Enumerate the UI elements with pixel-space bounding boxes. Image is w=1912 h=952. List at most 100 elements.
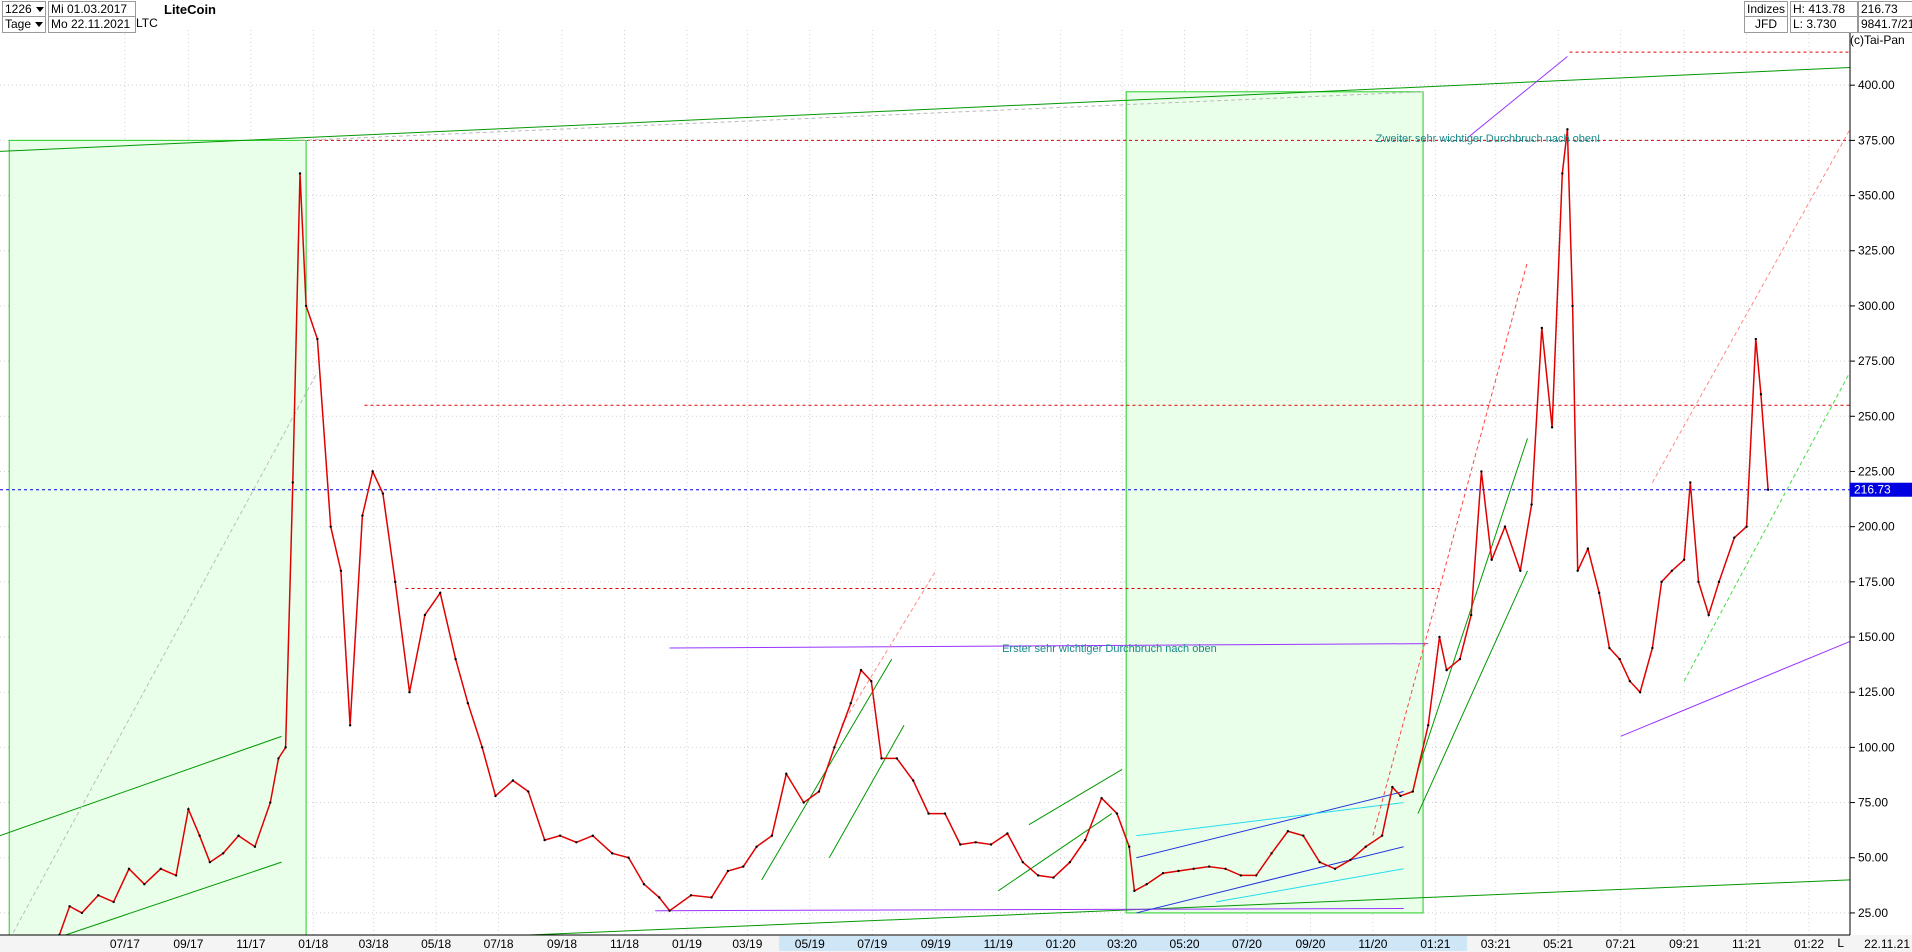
price-point	[895, 757, 899, 760]
price-chart[interactable]: Zweiter sehr wichtiger Durchbruch nach o…	[0, 0, 1912, 952]
axis-corner-date: 22.11.21	[1864, 937, 1910, 951]
period-dropdown[interactable]: Tage	[2, 16, 46, 33]
x-tick-label: 05/18	[421, 937, 451, 951]
price-point	[1286, 830, 1290, 833]
price-point	[859, 668, 863, 672]
price-point	[174, 874, 178, 877]
price-point	[817, 790, 821, 793]
price-point	[1519, 569, 1522, 572]
chart-title: LiteCoin	[164, 2, 216, 17]
y-tick-label: 300.00	[1858, 299, 1895, 313]
price-point	[611, 852, 614, 855]
price-point	[1084, 838, 1087, 842]
y-tick-label: 75.00	[1858, 796, 1888, 810]
price-point	[1586, 547, 1590, 550]
x-tick-label: 07/20	[1232, 937, 1262, 951]
price-point	[1766, 488, 1770, 491]
price-point	[642, 883, 646, 886]
price-point	[1254, 874, 1258, 877]
price-point	[1717, 580, 1721, 584]
price-point	[1207, 865, 1211, 868]
date-to-field[interactable]: Mo 22.11.2021	[48, 16, 136, 33]
price-point	[1239, 874, 1243, 877]
x-tick-label: 03/19	[732, 937, 762, 951]
price-point	[253, 845, 257, 848]
y-tick-label: 50.00	[1858, 851, 1888, 865]
date-to-value: Mo 22.11.2021	[51, 17, 131, 31]
price-point	[481, 746, 484, 749]
y-tick-label: 375.00	[1858, 133, 1895, 147]
y-tick-label: 100.00	[1858, 740, 1895, 754]
price-point	[1638, 690, 1642, 694]
x-tick-label: 11:21	[1732, 937, 1761, 951]
x-tick-label: 05:21	[1543, 937, 1573, 951]
x-tick-label: 07/17	[110, 937, 140, 951]
price-point	[575, 841, 578, 844]
price-point	[1566, 128, 1569, 131]
count-value: 1226	[5, 2, 32, 16]
price-point	[381, 492, 385, 495]
price-point	[1133, 889, 1136, 893]
x-tick-label: 01:21	[1420, 937, 1450, 951]
y-tick-label: 175.00	[1858, 575, 1895, 589]
price-point	[1490, 558, 1493, 561]
symbol-label: LTC	[136, 16, 158, 30]
price-point	[408, 690, 411, 694]
x-tick-label: 09/17	[173, 937, 203, 951]
price-marker-label: 216.73	[1854, 483, 1891, 497]
price-point	[1115, 812, 1119, 815]
price-point	[423, 613, 427, 617]
price-point	[1380, 834, 1384, 837]
x-tick-label: 07/19	[857, 937, 887, 951]
highlight-box	[1125, 91, 1424, 914]
price-point	[1192, 867, 1195, 870]
price-point	[454, 657, 457, 661]
price-point	[1759, 393, 1763, 396]
price-point	[1597, 591, 1601, 595]
price-point	[880, 757, 883, 760]
price-point	[1469, 613, 1473, 617]
price-point	[742, 865, 745, 868]
price-point	[371, 470, 374, 473]
price-point	[1438, 635, 1441, 639]
price-point	[1349, 858, 1352, 862]
y-tick-label: 125.00	[1858, 685, 1895, 699]
y-tick-label: 275.00	[1858, 354, 1895, 368]
y-tick-label: 200.00	[1858, 520, 1895, 534]
x-tick-label: 09/20	[1295, 937, 1325, 951]
x-tick-label: 11/18	[610, 937, 639, 951]
price-point	[870, 679, 873, 683]
price-point	[1550, 426, 1554, 429]
price-point	[1318, 860, 1321, 864]
x-tick-label: 05:20	[1170, 937, 1200, 951]
price-point	[1128, 845, 1131, 848]
price-point	[1651, 646, 1654, 650]
price-point	[710, 896, 713, 899]
y-tick-label: 325.00	[1858, 244, 1895, 258]
x-tick-label: 03/18	[359, 937, 389, 951]
x-tick-label: 09/19	[921, 937, 951, 951]
price-point	[1006, 832, 1009, 835]
price-point	[393, 580, 397, 584]
price-point	[1068, 860, 1072, 864]
y-tick-label: 225.00	[1858, 464, 1895, 478]
price-point	[329, 525, 332, 528]
price-point	[1036, 874, 1040, 877]
x-tick-label: 11/20	[1358, 937, 1387, 951]
price-point	[439, 591, 442, 595]
price-point	[298, 172, 302, 175]
y-tick-label: 400.00	[1858, 78, 1895, 92]
price-point	[1411, 790, 1415, 793]
price-point	[494, 794, 497, 798]
price-point	[1571, 304, 1574, 308]
price-point	[159, 867, 162, 870]
price-point	[1177, 869, 1180, 873]
price-point	[1021, 860, 1024, 864]
x-tick-label: 09:21	[1669, 937, 1699, 951]
price-point	[466, 702, 470, 705]
range-value: 9841.7/21	[1858, 16, 1912, 33]
x-tick-label: 11/17	[236, 937, 265, 951]
price-point	[1302, 834, 1305, 837]
price-point	[1628, 679, 1632, 683]
price-point	[511, 779, 515, 782]
